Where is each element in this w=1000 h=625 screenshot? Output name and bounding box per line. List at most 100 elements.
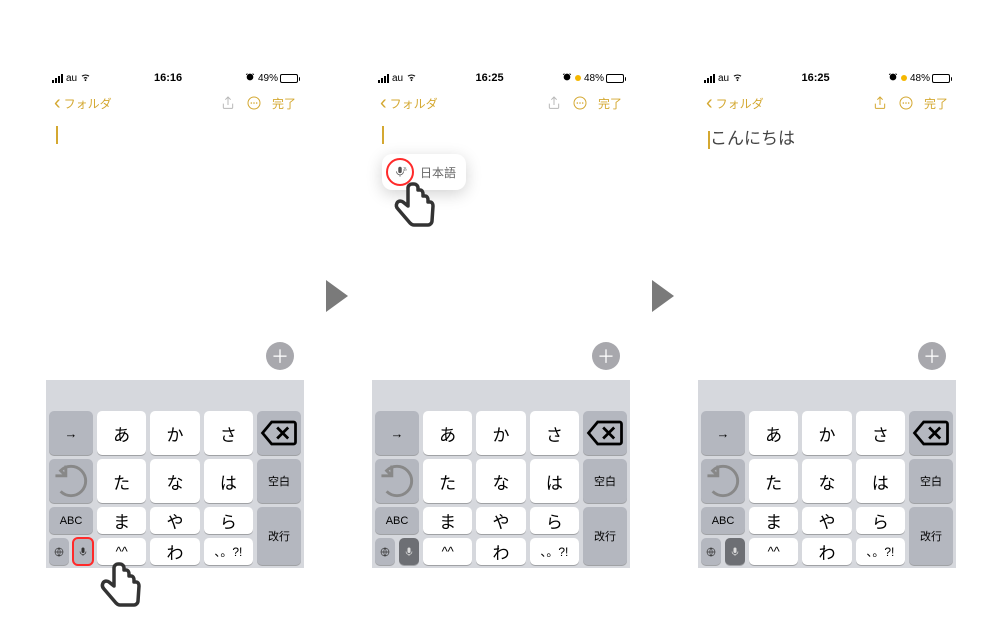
- back-button[interactable]: フォルダ: [54, 92, 112, 115]
- key-mic[interactable]: [73, 538, 93, 565]
- carrier-label: au: [66, 73, 77, 84]
- key-globe[interactable]: [701, 538, 721, 565]
- key-ra[interactable]: ら: [204, 507, 253, 534]
- key-ha[interactable]: は: [530, 459, 579, 503]
- back-button[interactable]: フォルダ: [706, 92, 764, 115]
- mic-language-icon[interactable]: あ: [388, 160, 412, 184]
- battery-percent: 48%: [910, 73, 930, 84]
- alarm-icon: [245, 72, 255, 85]
- key-na[interactable]: な: [476, 459, 525, 503]
- status-bar: au 16:25 48%: [372, 68, 630, 88]
- clock: 16:25: [801, 72, 829, 84]
- key-wa[interactable]: わ: [150, 538, 199, 565]
- back-button[interactable]: フォルダ: [380, 92, 438, 115]
- key-mic[interactable]: [725, 538, 745, 565]
- status-bar: au 16:25 48%: [698, 68, 956, 88]
- key-ra[interactable]: ら: [856, 507, 905, 534]
- note-content[interactable]: ＋: [46, 118, 304, 380]
- key-ma[interactable]: ま: [423, 507, 472, 534]
- key-abc[interactable]: ABC: [375, 507, 419, 534]
- key-emoji[interactable]: ^^: [423, 538, 472, 565]
- key-ta[interactable]: た: [749, 459, 798, 503]
- key-enter[interactable]: 改行: [583, 507, 627, 565]
- key-ya[interactable]: や: [802, 507, 851, 534]
- more-icon[interactable]: [246, 95, 262, 111]
- key-mic[interactable]: [399, 538, 419, 565]
- key-enter[interactable]: 改行: [257, 507, 301, 565]
- chevron-left-icon: [706, 92, 714, 115]
- more-icon[interactable]: [572, 95, 588, 111]
- recording-indicator-icon: [575, 75, 581, 81]
- key-delete[interactable]: [909, 411, 953, 455]
- key-delete[interactable]: [257, 411, 301, 455]
- key-punct[interactable]: 、。?!: [204, 538, 253, 565]
- key-undo[interactable]: [375, 459, 419, 503]
- key-punct[interactable]: 、。?!: [856, 538, 905, 565]
- back-label: フォルダ: [716, 95, 764, 112]
- done-button[interactable]: 完了: [272, 95, 296, 112]
- keyboard-toolbar: [46, 380, 304, 408]
- key-ma[interactable]: ま: [97, 507, 146, 534]
- key-punct[interactable]: 、。?!: [530, 538, 579, 565]
- signal-icon: [378, 74, 389, 83]
- add-button[interactable]: ＋: [918, 342, 946, 370]
- key-ya[interactable]: や: [476, 507, 525, 534]
- key-sa[interactable]: さ: [530, 411, 579, 455]
- key-tab[interactable]: →: [49, 411, 93, 455]
- key-ta[interactable]: た: [423, 459, 472, 503]
- phone-screen-2: au 16:25 48% フォルダ: [372, 68, 630, 568]
- key-ka[interactable]: か: [476, 411, 525, 455]
- share-icon[interactable]: [220, 95, 236, 111]
- share-icon[interactable]: [872, 95, 888, 111]
- key-tab[interactable]: →: [701, 411, 745, 455]
- key-globe[interactable]: [49, 538, 69, 565]
- key-space[interactable]: 空白: [583, 459, 627, 503]
- more-icon[interactable]: [898, 95, 914, 111]
- key-tab[interactable]: →: [375, 411, 419, 455]
- key-undo[interactable]: [701, 459, 745, 503]
- key-abc[interactable]: ABC: [701, 507, 745, 534]
- key-sa[interactable]: さ: [204, 411, 253, 455]
- key-undo[interactable]: [49, 459, 93, 503]
- key-ya[interactable]: や: [150, 507, 199, 534]
- key-space[interactable]: 空白: [257, 459, 301, 503]
- key-wa[interactable]: わ: [802, 538, 851, 565]
- key-ka[interactable]: か: [150, 411, 199, 455]
- key-emoji[interactable]: ^^: [749, 538, 798, 565]
- done-button[interactable]: 完了: [924, 95, 948, 112]
- back-label: フォルダ: [64, 95, 112, 112]
- carrier-label: au: [392, 73, 403, 84]
- key-globe[interactable]: [375, 538, 395, 565]
- add-button[interactable]: ＋: [266, 342, 294, 370]
- key-ra[interactable]: ら: [530, 507, 579, 534]
- key-a[interactable]: あ: [749, 411, 798, 455]
- key-ha[interactable]: は: [204, 459, 253, 503]
- key-ma[interactable]: ま: [749, 507, 798, 534]
- key-ta[interactable]: た: [97, 459, 146, 503]
- key-emoji[interactable]: ^^: [97, 538, 146, 565]
- done-button[interactable]: 完了: [598, 95, 622, 112]
- key-a[interactable]: あ: [97, 411, 146, 455]
- note-content[interactable]: こんにちは ＋: [698, 118, 956, 380]
- key-na[interactable]: な: [802, 459, 851, 503]
- language-label: 日本語: [420, 164, 456, 181]
- key-ha[interactable]: は: [856, 459, 905, 503]
- dictation-language-popup[interactable]: あ 日本語: [382, 154, 466, 190]
- key-delete[interactable]: [583, 411, 627, 455]
- share-icon[interactable]: [546, 95, 562, 111]
- key-sa[interactable]: さ: [856, 411, 905, 455]
- key-enter[interactable]: 改行: [909, 507, 953, 565]
- clock: 16:16: [154, 72, 182, 84]
- key-wa[interactable]: わ: [476, 538, 525, 565]
- phone-screen-1: au 16:16 49% フォルダ: [46, 68, 304, 568]
- nav-bar: フォルダ 完了: [46, 88, 304, 118]
- key-na[interactable]: な: [150, 459, 199, 503]
- key-a[interactable]: あ: [423, 411, 472, 455]
- wifi-icon: [732, 71, 743, 85]
- note-text: こんにちは: [710, 129, 795, 148]
- key-space[interactable]: 空白: [909, 459, 953, 503]
- key-ka[interactable]: か: [802, 411, 851, 455]
- add-button[interactable]: ＋: [592, 342, 620, 370]
- key-abc[interactable]: ABC: [49, 507, 93, 534]
- nav-bar: フォルダ 完了: [372, 88, 630, 118]
